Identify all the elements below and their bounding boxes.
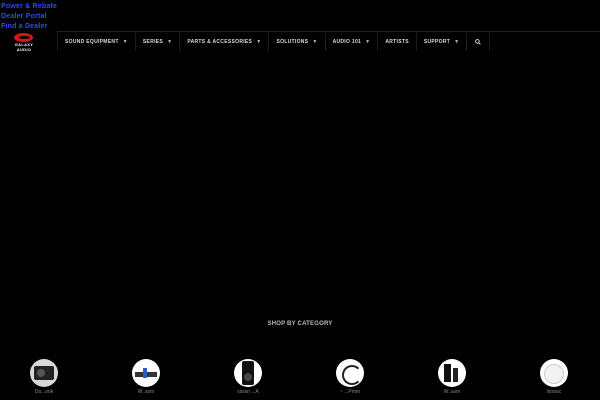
chevron-down-icon: ▼ xyxy=(122,39,128,45)
category-thumbnail xyxy=(30,359,58,387)
header-divider xyxy=(57,31,600,32)
dealer-portal-link[interactable]: Dealer Portal xyxy=(1,12,57,22)
nav-support[interactable]: SUPPORT ▼ xyxy=(415,33,467,51)
nav-label: ARTISTS xyxy=(385,39,409,45)
category-thumbnail xyxy=(234,359,262,387)
utility-links: Power & Rebate Dealer Portal Find a Deal… xyxy=(1,2,57,32)
galaxy-audio-logo[interactable]: GALAXY AUDIO xyxy=(12,33,36,53)
category-item[interactable]: ssssn ...A xyxy=(228,359,268,395)
nav-label: SERIES xyxy=(142,39,164,45)
nav-parts-accessories[interactable]: PARTS & ACCESSORIES ▼ xyxy=(179,33,268,51)
category-label: W..ssm xyxy=(443,389,461,395)
nav-label: PARTS & ACCESSORIES xyxy=(187,39,253,45)
main-nav: SOUND EQUIPMENT ▼ SERIES ▼ PARTS & ACCES… xyxy=(57,33,491,51)
logo-word-2: AUDIO xyxy=(16,47,32,52)
power-rebate-link[interactable]: Power & Rebate xyxy=(1,2,57,12)
category-label: Da...ook xyxy=(34,389,54,395)
category-label: lissssc xyxy=(546,389,562,395)
category-item[interactable]: lissssc xyxy=(534,359,574,395)
nav-label: AUDIO 101 xyxy=(332,39,362,45)
category-item[interactable]: Da...ook xyxy=(24,359,64,395)
category-thumbnail xyxy=(540,359,568,387)
category-item[interactable]: ~ ...Pmm xyxy=(330,359,370,395)
find-dealer-link[interactable]: Find a Dealer xyxy=(1,22,57,32)
nav-search-button[interactable] xyxy=(466,33,491,51)
nav-series[interactable]: SERIES ▼ xyxy=(134,33,179,51)
nav-label: SUPPORT xyxy=(423,39,451,45)
category-thumbnail xyxy=(132,359,160,387)
chevron-down-icon: ▼ xyxy=(454,39,460,45)
chevron-down-icon: ▼ xyxy=(167,39,173,45)
nav-artists[interactable]: ARTISTS xyxy=(377,33,416,51)
category-label: ssssn ...A xyxy=(237,389,259,395)
category-list: Da...ook W..ssm ssssn ...A ~ ...Pmm W..s… xyxy=(0,359,600,400)
category-thumbnail xyxy=(336,359,364,387)
nav-label: SOLUTIONS xyxy=(276,39,309,45)
category-item[interactable]: W..ssm xyxy=(432,359,472,395)
chevron-down-icon: ▼ xyxy=(256,39,262,45)
category-label: W..ssm xyxy=(137,389,155,395)
nav-audio-101[interactable]: AUDIO 101 ▼ xyxy=(324,33,378,51)
logo-swoosh-icon xyxy=(14,33,33,42)
chevron-down-icon: ▼ xyxy=(312,39,318,45)
nav-solutions[interactable]: SOLUTIONS ▼ xyxy=(268,33,324,51)
category-item[interactable]: W..ssm xyxy=(126,359,166,395)
category-thumbnail xyxy=(438,359,466,387)
shop-by-category-title: SHOP BY CATEGORY xyxy=(267,321,333,327)
search-icon xyxy=(475,39,482,45)
nav-label: SOUND EQUIPMENT xyxy=(65,39,119,45)
nav-sound-equipment[interactable]: SOUND EQUIPMENT ▼ xyxy=(57,33,135,51)
category-label: ~ ...Pmm xyxy=(339,389,361,395)
chevron-down-icon: ▼ xyxy=(365,39,371,45)
